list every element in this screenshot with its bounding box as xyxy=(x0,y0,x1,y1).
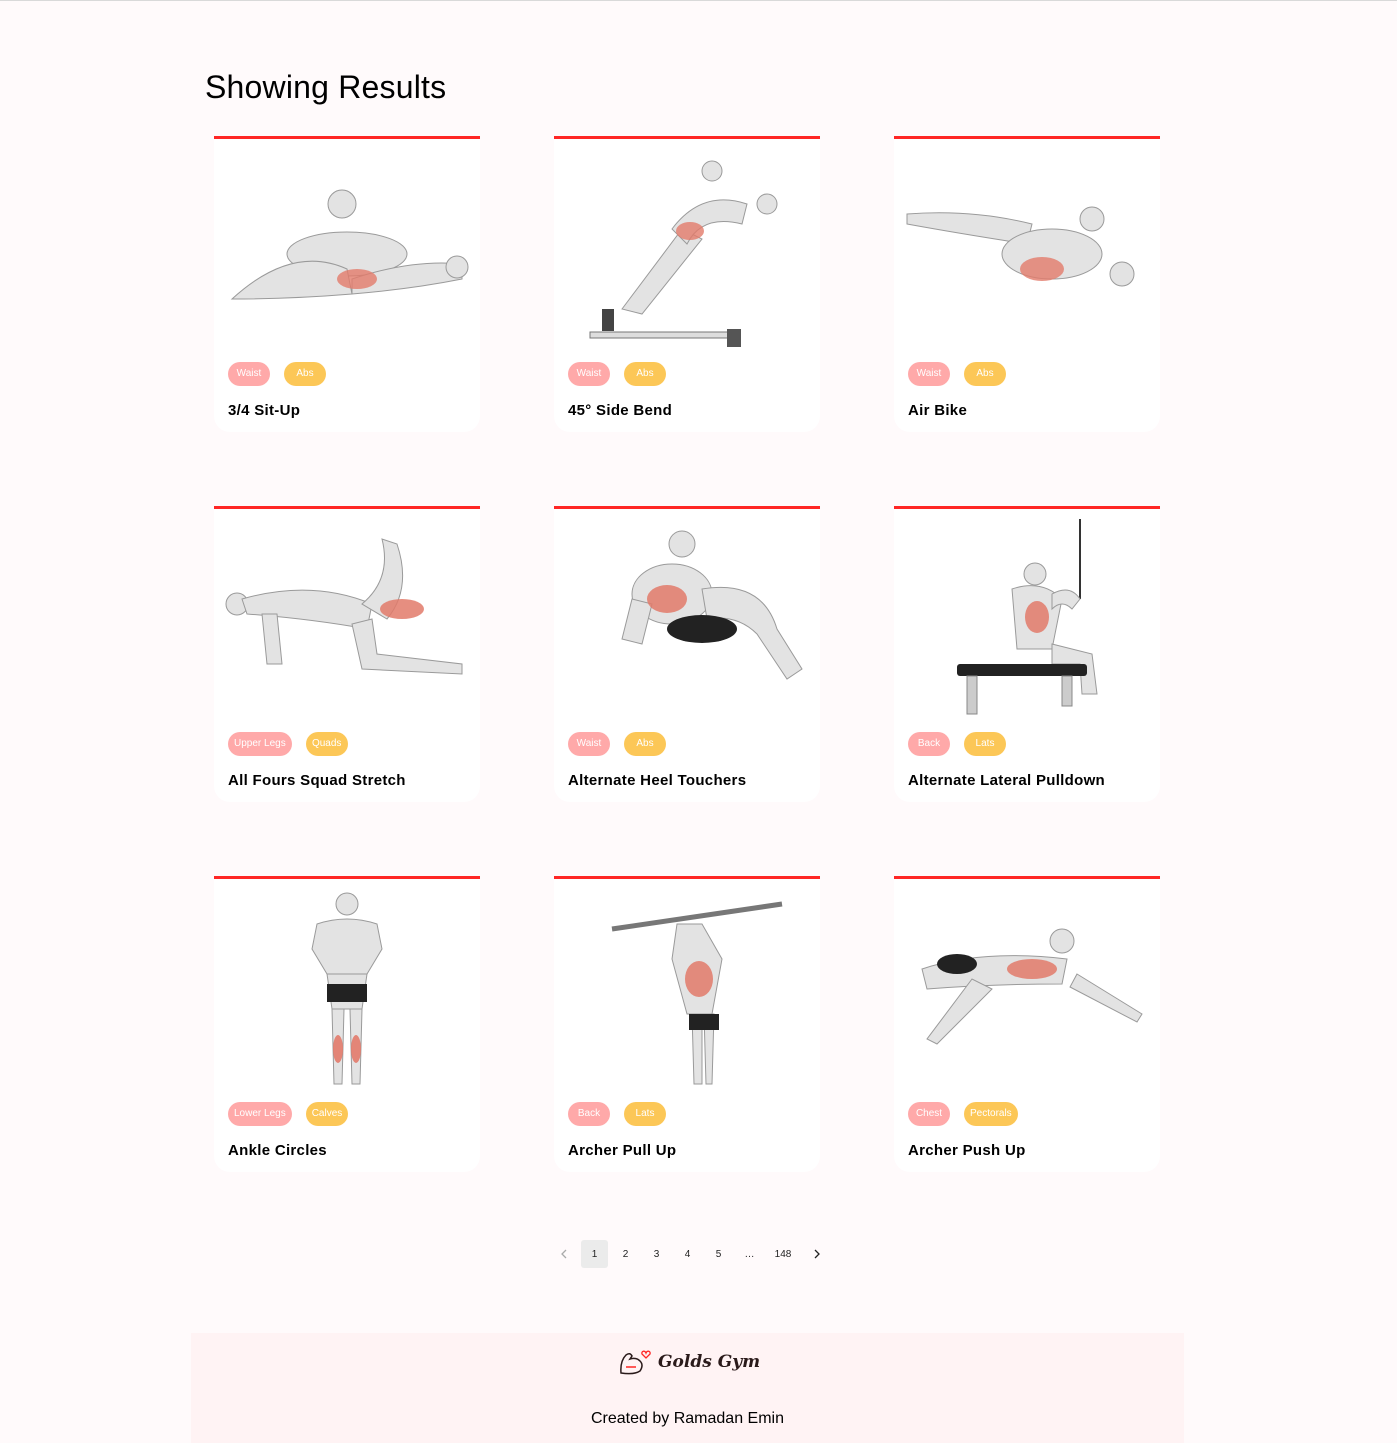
target-muscle-tag[interactable]: Lats xyxy=(964,732,1006,756)
exercise-illustration xyxy=(621,530,803,680)
exercise-illustration xyxy=(957,519,1098,715)
exercise-card[interactable]: Waist Abs 3/4 Sit-Up xyxy=(214,136,480,432)
target-muscle-tag[interactable]: Abs xyxy=(624,362,666,386)
exercise-name: Archer Push Up xyxy=(908,1142,1026,1159)
target-muscle-tag[interactable]: Lats xyxy=(624,1102,666,1126)
exercise-card[interactable]: Back Lats Alternate Lateral Pulldown xyxy=(894,506,1160,802)
page-last-button[interactable]: 148 xyxy=(767,1240,799,1268)
page-2-button[interactable]: 2 xyxy=(612,1240,639,1268)
body-part-tag[interactable]: Chest xyxy=(908,1102,950,1126)
target-muscle-tag[interactable]: Abs xyxy=(964,362,1006,386)
exercise-illustration xyxy=(230,189,469,300)
body-part-tag[interactable]: Waist xyxy=(908,362,950,386)
exercise-card[interactable]: Waist Abs Alternate Heel Touchers xyxy=(554,506,820,802)
exercise-illustration xyxy=(589,160,778,347)
exercise-illustration xyxy=(225,538,463,675)
exercise-card[interactable]: Back Lats Archer Pull Up xyxy=(554,876,820,1172)
body-part-tag[interactable]: Back xyxy=(908,732,950,756)
exercise-card[interactable]: Upper Legs Quads All Fours Squad Stretch xyxy=(214,506,480,802)
footer: Golds Gym Created by Ramadan Emin xyxy=(191,1333,1184,1443)
exercise-name: 3/4 Sit-Up xyxy=(228,402,301,419)
exercise-card[interactable]: Waist Abs Air Bike xyxy=(894,136,1160,432)
body-part-tag[interactable]: Waist xyxy=(568,732,610,756)
exercise-name: Archer Pull Up xyxy=(568,1142,677,1159)
footer-logo[interactable]: Golds Gym xyxy=(618,1347,760,1377)
body-part-tag[interactable]: Lower Legs xyxy=(228,1102,292,1126)
body-part-tag[interactable]: Waist xyxy=(568,362,610,386)
page-1-button[interactable]: 1 xyxy=(581,1240,608,1268)
exercise-illustration xyxy=(906,206,1135,287)
chevron-right-icon[interactable] xyxy=(803,1240,830,1268)
exercise-card[interactable]: Waist Abs 45° Side Bend xyxy=(554,136,820,432)
page-5-button[interactable]: 5 xyxy=(705,1240,732,1268)
exercise-name: Alternate Lateral Pulldown xyxy=(908,772,1105,789)
exercise-name: Alternate Heel Touchers xyxy=(568,772,747,789)
pagination-ellipsis: … xyxy=(744,1248,755,1260)
results-heading: Showing Results xyxy=(205,69,447,105)
body-part-tag[interactable]: Back xyxy=(568,1102,610,1126)
page-4-button[interactable]: 4 xyxy=(674,1240,701,1268)
body-part-tag[interactable]: Waist xyxy=(228,362,270,386)
target-muscle-tag[interactable]: Calves xyxy=(305,1102,349,1126)
exercise-illustration xyxy=(311,892,383,1085)
target-muscle-tag[interactable]: Abs xyxy=(624,732,666,756)
exercise-name: Ankle Circles xyxy=(228,1142,327,1159)
exercise-grid: Waist Abs 3/4 Sit-Up Waist Abs 45° Side … xyxy=(214,136,1160,1172)
footer-credit: Created by Ramadan Emin xyxy=(591,1410,784,1427)
target-muscle-tag[interactable]: Quads xyxy=(305,732,348,756)
chevron-left-icon[interactable] xyxy=(550,1240,577,1268)
exercise-illustration xyxy=(611,901,783,1085)
body-part-tag[interactable]: Upper Legs xyxy=(228,732,292,756)
exercise-name: Air Bike xyxy=(908,402,968,419)
exercise-card[interactable]: Lower Legs Calves Ankle Circles xyxy=(214,876,480,1172)
exercise-name: All Fours Squad Stretch xyxy=(228,772,406,789)
exercise-illustration xyxy=(921,928,1143,1045)
target-muscle-tag[interactable]: Pectorals xyxy=(964,1102,1018,1126)
pagination: 1 2 3 4 5 … 148 xyxy=(548,1240,832,1268)
exercise-card[interactable]: Chest Pectorals Archer Push Up xyxy=(894,876,1160,1172)
target-muscle-tag[interactable]: Abs xyxy=(284,362,326,386)
exercise-name: 45° Side Bend xyxy=(568,402,673,419)
flexing-arm-heart-icon xyxy=(620,1350,651,1375)
footer-logo-text: Golds Gym xyxy=(658,1352,761,1372)
page-3-button[interactable]: 3 xyxy=(643,1240,670,1268)
